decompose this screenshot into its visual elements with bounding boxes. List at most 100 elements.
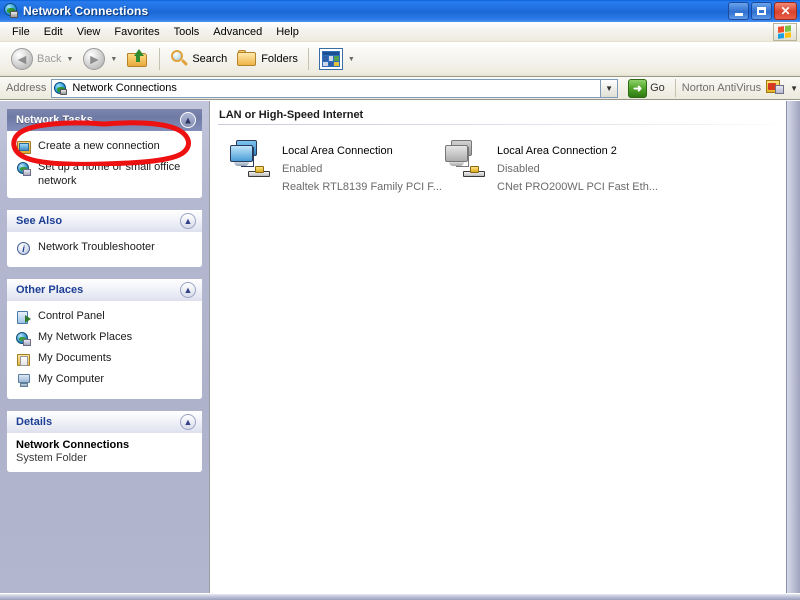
- new-connection-icon: [16, 140, 32, 156]
- menu-item-tools[interactable]: Tools: [167, 24, 207, 40]
- panel-title-other-places: Other Places: [16, 284, 84, 296]
- address-separator: [674, 79, 676, 97]
- panel-network-tasks: Network Tasks ▲ Create a new connection: [7, 109, 202, 198]
- panel-body-other-places: Control Panel My Network Places My Docum…: [7, 301, 202, 399]
- forward-arrow-icon: ►: [83, 48, 106, 70]
- antivirus-chevron-down-icon[interactable]: ▼: [790, 84, 798, 93]
- window-bottom-edge: [0, 593, 800, 600]
- details-title: Network Connections: [16, 439, 130, 451]
- back-arrow-icon: ◄: [11, 48, 33, 70]
- title-bar: Network Connections ✕: [0, 0, 800, 22]
- panel-header-see-also[interactable]: See Also ▲: [7, 210, 202, 232]
- panel-title-details: Details: [16, 416, 53, 428]
- details-subtitle: System Folder: [16, 452, 87, 464]
- chevron-up-icon[interactable]: ▲: [180, 213, 196, 229]
- network-connections-window: Network Connections ✕ File Edit View Fav…: [0, 0, 800, 600]
- go-arrow-icon: ➜: [628, 78, 648, 98]
- views-button[interactable]: ▼: [314, 45, 360, 73]
- connections-list-area: LAN or High-Speed Internet Local Area Co…: [209, 101, 800, 600]
- network-connection-disabled-icon: [443, 138, 489, 180]
- panel-title-network-tasks: Network Tasks: [16, 114, 93, 126]
- folder-icon: [237, 50, 257, 68]
- panel-body-network-tasks: Create a new connection Set up a home or…: [7, 131, 202, 198]
- menu-item-edit[interactable]: Edit: [37, 24, 70, 40]
- back-label: Back: [37, 53, 62, 65]
- views-grid-icon: [318, 48, 343, 70]
- my-network-places-icon: [16, 331, 32, 347]
- back-chevron-down-icon[interactable]: ▼: [66, 56, 73, 63]
- window-right-edge: [786, 101, 800, 600]
- forward-chevron-down-icon[interactable]: ▼: [110, 56, 117, 63]
- toolbar: ◄ Back ▼ ► ▼ Search Folders ▼: [0, 42, 800, 77]
- norton-antivirus-icon[interactable]: [766, 80, 785, 96]
- sidebar-item-label: My Computer: [38, 373, 105, 385]
- address-chevron-down-icon[interactable]: ▼: [601, 78, 619, 98]
- panel-see-also: See Also ▲ Network Troubleshooter: [7, 210, 202, 267]
- menu-item-view[interactable]: View: [70, 24, 108, 40]
- panel-details: Details ▲ Network Connections System Fol…: [7, 411, 202, 472]
- toolbar-separator-1: [159, 48, 161, 70]
- back-button[interactable]: ◄ Back ▼: [6, 45, 78, 73]
- sidebar-item-my-documents[interactable]: My Documents: [16, 349, 196, 370]
- up-button[interactable]: [122, 46, 154, 72]
- search-button[interactable]: Search: [165, 47, 232, 71]
- close-button[interactable]: ✕: [774, 2, 797, 20]
- go-label: Go: [650, 82, 665, 94]
- panel-header-network-tasks[interactable]: Network Tasks ▲: [7, 109, 202, 131]
- address-label: Address: [6, 82, 47, 94]
- connection-text: Local Area Connection Enabled Realtek RT…: [282, 138, 442, 195]
- window-controls: ✕: [728, 2, 797, 20]
- sidebar-item-my-computer[interactable]: My Computer: [16, 370, 196, 391]
- menu-item-advanced[interactable]: Advanced: [206, 24, 269, 40]
- menu-bar: File Edit View Favorites Tools Advanced …: [0, 22, 800, 42]
- address-value: Network Connections: [72, 82, 177, 94]
- magnifier-icon: [170, 50, 189, 68]
- forward-button[interactable]: ► ▼: [78, 45, 122, 73]
- window-title: Network Connections: [23, 4, 149, 18]
- sidebar-item-setup-home-network[interactable]: Set up a home or small office network: [16, 158, 196, 190]
- panel-header-other-places[interactable]: Other Places ▲: [7, 279, 202, 301]
- connection-item-local-area-connection[interactable]: Local Area Connection Enabled Realtek RT…: [224, 135, 442, 198]
- menu-item-help[interactable]: Help: [269, 24, 306, 40]
- panel-title-see-also: See Also: [16, 215, 63, 227]
- my-documents-icon: [16, 352, 32, 368]
- window-body: Network Tasks ▲ Create a new connection: [0, 100, 800, 600]
- menu-item-file[interactable]: File: [5, 24, 37, 40]
- go-button[interactable]: ➜ Go: [624, 78, 669, 98]
- address-input[interactable]: Network Connections: [51, 78, 602, 98]
- sidebar-item-label: Create a new connection: [38, 140, 160, 152]
- sidebar-item-label: Set up a home or small office network: [38, 161, 181, 187]
- sidebar-item-create-new-connection[interactable]: Create a new connection: [16, 137, 196, 158]
- views-chevron-down-icon[interactable]: ▼: [348, 56, 355, 63]
- sidebar-item-label: My Documents: [38, 352, 112, 364]
- panel-header-details[interactable]: Details ▲: [7, 411, 202, 433]
- antivirus-label: Norton AntiVirus: [681, 82, 762, 94]
- chevron-up-icon[interactable]: ▲: [180, 414, 196, 430]
- address-bar: Address Network Connections ▼ ➜ Go Norto…: [0, 77, 800, 100]
- panel-body-see-also: Network Troubleshooter: [7, 232, 202, 267]
- home-network-icon: [16, 161, 32, 177]
- windows-flag-icon[interactable]: [773, 23, 797, 41]
- network-connection-icon: [228, 138, 274, 180]
- window-icon: [3, 3, 19, 19]
- panel-other-places: Other Places ▲ Control Panel My Network …: [7, 279, 202, 399]
- my-computer-icon: [16, 373, 32, 389]
- sidebar-item-network-troubleshooter[interactable]: Network Troubleshooter: [16, 238, 196, 259]
- sidebar-item-control-panel[interactable]: Control Panel: [16, 307, 196, 328]
- connection-name: Local Area Connection: [282, 145, 393, 157]
- folders-label: Folders: [261, 53, 298, 65]
- sidebar-item-my-network-places[interactable]: My Network Places: [16, 328, 196, 349]
- connection-item-local-area-connection-2[interactable]: Local Area Connection 2 Disabled CNet PR…: [439, 135, 658, 198]
- control-panel-icon: [16, 310, 32, 326]
- maximize-button[interactable]: [751, 2, 772, 20]
- connection-name: Local Area Connection 2: [497, 145, 617, 157]
- menu-item-favorites[interactable]: Favorites: [107, 24, 166, 40]
- chevron-up-icon[interactable]: ▲: [180, 282, 196, 298]
- folders-button[interactable]: Folders: [232, 47, 303, 71]
- chevron-up-icon[interactable]: ▲: [180, 112, 196, 128]
- group-header-lan: LAN or High-Speed Internet: [219, 109, 364, 121]
- folder-up-icon: [127, 49, 149, 69]
- minimize-button[interactable]: [728, 2, 749, 20]
- sidebar-item-label: Control Panel: [38, 310, 105, 322]
- connection-text: Local Area Connection 2 Disabled CNet PR…: [497, 138, 658, 195]
